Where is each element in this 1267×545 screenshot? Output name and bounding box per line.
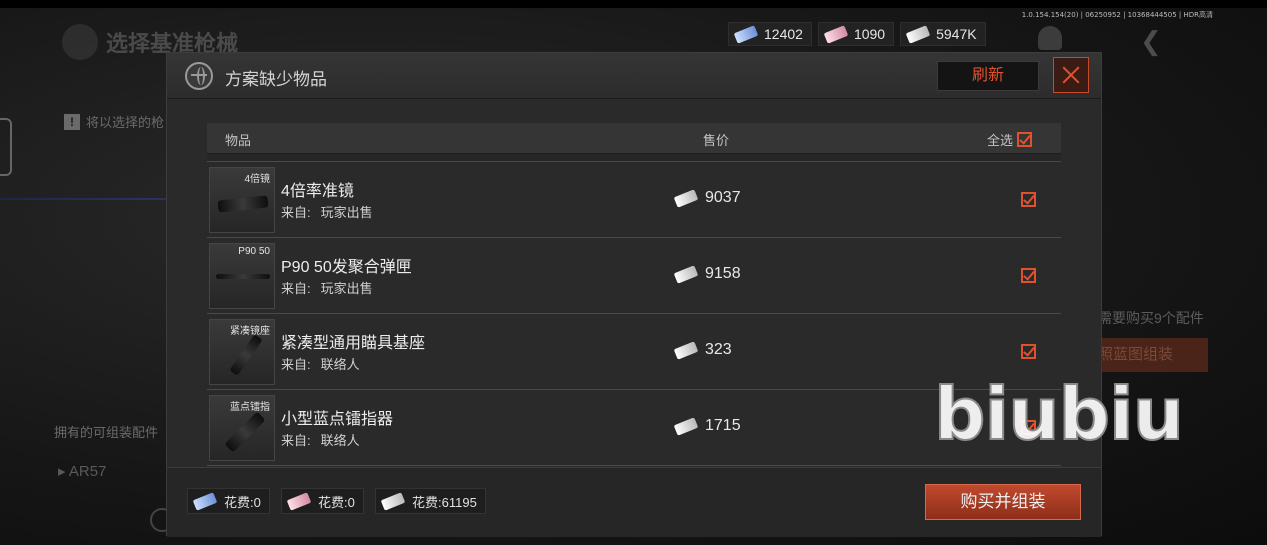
item-tag: P90 50 [238,246,270,257]
item-checkbox[interactable] [1021,268,1036,288]
background-warning-text: 将以选择的枪 [86,115,165,130]
white-ticket-icon [673,416,699,436]
watermark-logo: biubiu [933,371,1185,457]
item-name: 小型蓝点镭指器 [281,411,394,428]
mount-icon [229,334,263,376]
refresh-button[interactable]: 刷新 [937,61,1039,91]
item-list[interactable]: 4倍镜 4倍率准镜 来自: 玩家出售 9037 P90 50 P90 50发聚合弹… [207,153,1061,467]
item-tag: 4倍镜 [244,174,270,185]
item-thumbnail: 4倍镜 [209,167,275,233]
cost-white: 花费:61195 [375,488,486,514]
white-ticket-icon [673,340,699,360]
dialog-footer: 花费:0 花费:0 花费:61195 购买并组装 [167,467,1101,537]
item-source: 来自: 联络人 [281,433,360,448]
version-text: 1.0.154.154(20) | 06250952 | 10368444505… [1021,11,1213,19]
item-price: 323 [673,340,732,360]
item-thumbnail: 蓝点镭指 [209,395,275,461]
column-price: 售价 [703,133,730,148]
item-name: 4倍率准镜 [281,183,354,200]
cost-pink-label: 花费:0 [318,494,355,510]
currency-white: 5947K [900,22,986,46]
pink-ticket-icon [823,24,849,44]
select-all-label: 全选 [987,133,1014,148]
background-back-icon: ❮ [1140,26,1162,56]
pink-ticket-icon [286,491,312,511]
dialog-title: 方案缺少物品 [225,70,327,89]
item-checkbox[interactable] [1021,344,1036,364]
list-item[interactable]: 蓝点镭指 小型蓝点镭指器 来自: 联络人 1715 [207,390,1061,466]
item-tag: 蓝点镭指 [230,402,270,413]
list-item[interactable]: P90 50 P90 50发聚合弹匣 来自: 玩家出售 9158 [207,238,1061,314]
checkbox-checked[interactable] [1021,192,1036,207]
background-blue-line [0,198,166,200]
left-edge-frame [0,118,12,176]
currency-bar: 12402 1090 5947K [728,22,986,46]
item-price: 9158 [673,264,741,284]
laser-icon [224,411,266,453]
item-source: 来自: 玩家出售 [281,281,373,296]
blue-ticket-icon [733,24,759,44]
item-source: 来自: 联络人 [281,357,360,372]
cost-pink: 花费:0 [281,488,364,514]
table-header: 物品 售价 全选 [207,123,1061,153]
list-item[interactable]: 紧凑镜座 紧凑型通用瞄具基座 来自: 联络人 323 [207,314,1061,390]
globe-icon [185,62,213,90]
background-user-icon [1038,26,1062,50]
select-all-checkbox[interactable] [1017,132,1033,147]
background-warning: ! 将以选择的枪 [64,112,164,131]
item-thumbnail: P90 50 [209,243,275,309]
warning-icon: ! [64,113,80,130]
white-ticket-icon [673,264,699,284]
close-button[interactable] [1053,57,1089,93]
background-weapon-item: ▸ AR57 [58,463,107,480]
cost-white-label: 花费:61195 [412,494,477,510]
currency-pink: 1090 [817,22,895,46]
currency-white-value: 5947K [936,26,977,42]
owned-parts-label: 拥有的可组装配件 [54,425,159,440]
currency-blue: 12402 [728,22,812,46]
item-checkbox[interactable] [1021,192,1036,212]
list-item-partial [207,154,1061,162]
background-globe-icon [62,24,98,60]
white-ticket-icon [905,24,931,44]
select-all[interactable]: 全选 [987,130,1033,149]
dialog-header: 方案缺少物品 刷新 [167,53,1101,99]
buy-and-assemble-button[interactable]: 购买并组装 [925,484,1081,520]
currency-blue-value: 12402 [764,26,803,42]
currency-pink-value: 1090 [853,26,886,42]
checkbox-checked[interactable] [1021,344,1036,359]
item-source: 来自: 玩家出售 [281,205,373,220]
scope-icon [217,195,269,213]
item-price: 9037 [673,188,741,208]
white-ticket-icon [380,491,406,511]
item-thumbnail: 紧凑镜座 [209,319,275,385]
background-need-text: 需要购买9个配件 [1098,310,1204,326]
blue-ticket-icon [192,491,218,511]
checkbox-checked[interactable] [1021,268,1036,283]
white-ticket-icon [673,188,699,208]
missing-items-dialog: 方案缺少物品 刷新 物品 售价 全选 4倍镜 4倍率准镜 来自: 玩家出售 903… [166,52,1102,537]
item-price: 1715 [673,416,741,436]
column-item: 物品 [225,133,252,148]
top-black-bar [0,0,1267,8]
magazine-icon [216,274,270,279]
background-blueprint-button: 照蓝图组装 [1094,338,1208,372]
cost-blue: 花费:0 [187,488,270,514]
item-tag: 紧凑镜座 [230,326,270,337]
cost-blue-label: 花费:0 [224,494,261,510]
list-item[interactable]: 4倍镜 4倍率准镜 来自: 玩家出售 9037 [207,162,1061,238]
item-name: 紧凑型通用瞄具基座 [281,335,426,352]
item-name: P90 50发聚合弹匣 [281,259,412,276]
